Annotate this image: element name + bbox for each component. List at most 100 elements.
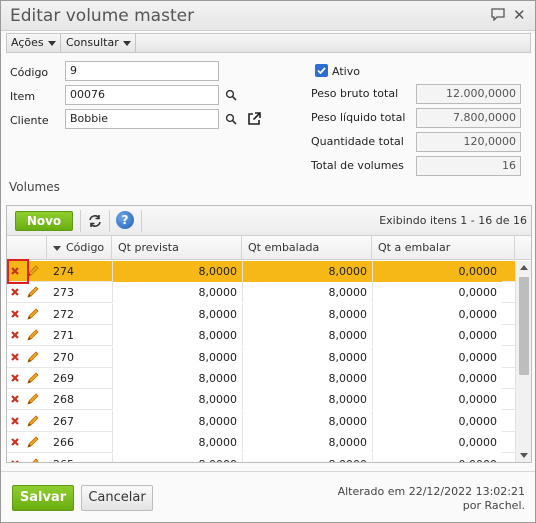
- column-header-qt-a-embalar[interactable]: Qt a embalar: [372, 236, 515, 259]
- table-row[interactable]: 266 8,0000 8,0000 0,0000: [7, 432, 515, 454]
- toolbar-divider: [141, 210, 142, 232]
- table-row[interactable]: 269 8,0000 8,0000 0,0000: [7, 368, 515, 389]
- scrollbar-thumb[interactable]: [519, 277, 529, 375]
- highlight-box: [7, 259, 29, 284]
- cell-codigo: 272: [53, 307, 74, 321]
- cell-qt-a-embalar: 0,0000: [372, 346, 502, 368]
- table-row[interactable]: 267 8,0000 8,0000 0,0000: [7, 410, 515, 432]
- delete-icon[interactable]: [10, 287, 20, 297]
- item-field[interactable]: 00076: [65, 85, 219, 105]
- volumes-grid: Novo ? Exibindo itens 1 - 16 de 16 Códig…: [6, 205, 532, 463]
- edit-icon[interactable]: [26, 414, 40, 428]
- search-icon[interactable]: [225, 113, 237, 125]
- column-header-qt-embalada[interactable]: Qt embalada: [242, 236, 372, 259]
- cell-qt-embalada: 8,0000: [242, 368, 372, 389]
- menu-consultar[interactable]: Consultar: [62, 34, 136, 52]
- table-row[interactable]: 271 8,0000 8,0000 0,0000: [7, 325, 515, 347]
- novo-button[interactable]: Novo: [15, 211, 73, 231]
- table-row[interactable]: 270 8,0000 8,0000 0,0000: [7, 346, 515, 368]
- table-row[interactable]: 274 8,0000 8,0000 0,0000: [7, 261, 515, 282]
- chevron-down-icon: [122, 40, 131, 46]
- delete-icon[interactable]: [10, 459, 20, 462]
- cell-codigo: 265: [53, 454, 74, 462]
- delete-icon[interactable]: [10, 309, 20, 319]
- table-row[interactable]: 272 8,0000 8,0000 0,0000: [7, 303, 515, 325]
- menu-consultar-label: Consultar: [66, 36, 119, 49]
- comment-icon[interactable]: [490, 7, 506, 25]
- scroll-down-icon[interactable]: [520, 453, 528, 458]
- cell-qt-prevista: 8,0000: [112, 282, 242, 304]
- actions-column-header: [7, 236, 47, 259]
- cancel-button[interactable]: Cancelar: [81, 485, 153, 511]
- save-button[interactable]: Salvar: [12, 485, 74, 511]
- close-icon[interactable]: ✕: [513, 6, 526, 24]
- ativo-checkbox[interactable]: [315, 64, 328, 77]
- vertical-scrollbar[interactable]: [515, 261, 531, 462]
- menu-bar: Ações Consultar: [6, 33, 531, 53]
- table-row[interactable]: 273 8,0000 8,0000 0,0000: [7, 282, 515, 304]
- check-icon: [317, 67, 326, 75]
- edit-icon[interactable]: [26, 457, 40, 462]
- cell-qt-prevista: 8,0000: [112, 368, 242, 389]
- cell-qt-prevista: 8,0000: [112, 261, 242, 282]
- quantidade-field: 120,0000: [416, 132, 521, 152]
- pagination-status: Exibindo itens 1 - 16 de 16: [379, 214, 527, 227]
- cliente-field[interactable]: Bobbie: [65, 109, 219, 129]
- delete-icon[interactable]: [10, 352, 20, 362]
- cell-qt-embalada: 8,0000: [242, 389, 372, 411]
- edit-icon[interactable]: [26, 328, 40, 342]
- cell-qt-a-embalar: 0,0000: [372, 261, 502, 282]
- dialog-window: Editar volume master ✕ Ações Consultar C…: [0, 0, 536, 523]
- item-label: Item: [10, 90, 36, 103]
- cell-qt-prevista: 8,0000: [112, 389, 242, 411]
- menu-acoes[interactable]: Ações: [7, 34, 61, 52]
- delete-icon[interactable]: [10, 416, 20, 426]
- column-header-qt-prevista[interactable]: Qt prevista: [112, 236, 242, 259]
- cell-qt-a-embalar: 0,0000: [372, 303, 502, 325]
- help-icon[interactable]: ?: [116, 211, 134, 229]
- cell-codigo: 274: [53, 265, 74, 278]
- ativo-label: Ativo: [332, 65, 360, 78]
- edit-icon[interactable]: [26, 307, 40, 321]
- table-row[interactable]: 2658,00008,00000,0000: [7, 453, 515, 462]
- cell-qt-embalada: 8,0000: [242, 282, 372, 304]
- peso-liquido-field: 7.800,0000: [416, 108, 521, 128]
- column-header-codigo[interactable]: Código: [47, 236, 112, 259]
- search-icon[interactable]: [225, 89, 237, 101]
- edit-icon[interactable]: [26, 350, 40, 364]
- codigo-label: Código: [10, 66, 49, 79]
- cell-qt-a-embalar: 0,0000: [372, 410, 502, 432]
- grid-body: 274 8,0000 8,0000 0,0000 273 8,0000 8,0000 0,00…: [7, 261, 515, 462]
- peso-bruto-label: Peso bruto total: [311, 87, 399, 100]
- cell-qt-embalada: 8,0000: [242, 303, 372, 325]
- grid-toolbar: Novo ? Exibindo itens 1 - 16 de 16: [7, 206, 531, 236]
- delete-icon[interactable]: [10, 437, 20, 447]
- total-volumes-label: Total de volumes: [311, 159, 404, 172]
- cell-qt-a-embalar: 0,0000: [372, 368, 502, 389]
- cell-codigo: 267: [53, 414, 74, 428]
- audit-modified: Alterado em 22/12/2022 13:02:21: [337, 485, 525, 498]
- column-header-label: Código: [66, 241, 105, 254]
- edit-icon[interactable]: [26, 285, 40, 299]
- external-link-icon[interactable]: [246, 111, 262, 127]
- delete-icon[interactable]: [10, 394, 20, 404]
- cell-qt-prevista: 8,0000: [112, 453, 242, 462]
- codigo-field[interactable]: 9: [65, 61, 219, 81]
- edit-icon[interactable]: [26, 371, 40, 385]
- table-row[interactable]: 268 8,0000 8,0000 0,0000: [7, 389, 515, 411]
- audit-info: Alterado em 22/12/2022 13:02:21 por Rach…: [338, 485, 525, 513]
- title-bar[interactable]: Editar volume master ✕: [1, 1, 535, 31]
- refresh-icon[interactable]: [87, 214, 103, 228]
- cell-qt-prevista: 8,0000: [112, 346, 242, 368]
- cell-codigo: 269: [53, 372, 74, 385]
- scroll-up-icon[interactable]: [520, 265, 528, 270]
- delete-icon[interactable]: [10, 373, 20, 383]
- cell-codigo: 273: [53, 286, 74, 300]
- delete-icon[interactable]: [10, 330, 20, 340]
- edit-icon[interactable]: [26, 435, 40, 449]
- volumes-section-title: Volumes: [9, 180, 60, 194]
- edit-icon[interactable]: [26, 392, 40, 406]
- footer-divider: [1, 471, 535, 472]
- cell-qt-prevista: 8,0000: [112, 410, 242, 432]
- cell-qt-a-embalar: 0,0000: [372, 453, 502, 462]
